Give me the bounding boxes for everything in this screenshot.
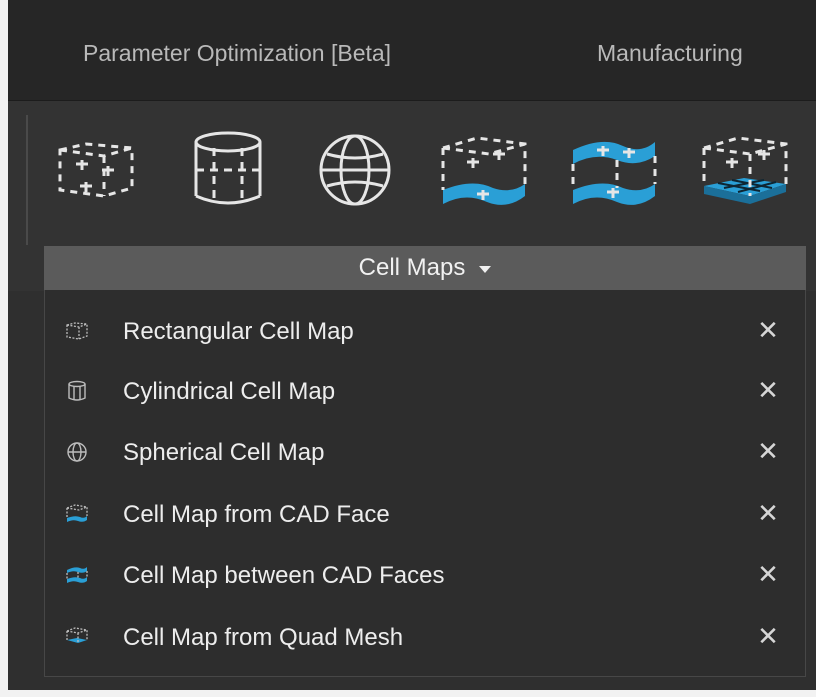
menu-item-label: Spherical Cell Map <box>123 439 325 466</box>
ribbon-separator <box>26 115 28 245</box>
cell-map-from-quad-mesh-icon <box>65 625 89 649</box>
spherical-cell-map-button[interactable] <box>305 124 405 214</box>
menu-item-cylindrical-cell-map[interactable]: Cylindrical Cell Map ✕ <box>45 362 805 422</box>
cylindrical-cell-map-button[interactable] <box>178 124 278 214</box>
close-icon[interactable]: ✕ <box>753 497 783 529</box>
rectangular-cell-map-button[interactable] <box>46 124 146 214</box>
close-icon[interactable]: ✕ <box>753 558 783 590</box>
rectangular-cell-map-icon <box>65 319 89 343</box>
cylindrical-cell-map-icon <box>194 131 262 205</box>
cell-map-between-cad-faces-button[interactable] <box>563 124 663 214</box>
menu-item-label: Rectangular Cell Map <box>123 318 354 345</box>
cell-map-from-cad-face-icon <box>441 136 527 205</box>
menu-item-label: Cylindrical Cell Map <box>123 378 336 405</box>
app-window: Parameter Optimization [Beta] Manufactur… <box>0 0 816 697</box>
left-edge <box>0 0 8 697</box>
spherical-cell-map-icon <box>319 134 391 206</box>
cell-map-from-quad-mesh-button[interactable] <box>694 124 794 214</box>
cylindrical-cell-map-icon <box>65 379 89 403</box>
menu-item-cell-map-from-quad-mesh[interactable]: Cell Map from Quad Mesh ✕ <box>45 608 805 668</box>
cell-maps-dropdown-menu: Rectangular Cell Map ✕ Cylindrical Cell … <box>44 290 806 677</box>
close-icon[interactable]: ✕ <box>753 620 783 652</box>
tab-manufacturing[interactable]: Manufacturing <box>597 40 743 67</box>
cell-map-from-cad-face-button[interactable] <box>433 124 533 214</box>
menu-item-label: Cell Map from CAD Face <box>123 501 390 528</box>
bottom-edge <box>0 690 816 697</box>
spherical-cell-map-icon <box>65 440 89 464</box>
ribbon-tab-bar: Parameter Optimization [Beta] Manufactur… <box>8 0 816 101</box>
group-label: Cell Maps <box>358 254 466 281</box>
menu-item-cell-map-between-cad-faces[interactable]: Cell Map between CAD Faces ✕ <box>45 546 805 606</box>
menu-item-label: Cell Map from Quad Mesh <box>123 624 404 651</box>
caret-down-icon <box>479 265 492 273</box>
menu-item-label: Cell Map between CAD Faces <box>123 562 445 589</box>
close-icon[interactable]: ✕ <box>753 374 783 406</box>
menu-item-rectangular-cell-map[interactable]: Rectangular Cell Map ✕ <box>45 302 805 362</box>
cell-map-from-cad-face-icon <box>65 502 89 526</box>
menu-item-cell-map-from-cad-face[interactable]: Cell Map from CAD Face ✕ <box>45 485 805 545</box>
menu-item-spherical-cell-map[interactable]: Spherical Cell Map ✕ <box>45 423 805 483</box>
close-icon[interactable]: ✕ <box>753 435 783 467</box>
cell-maps-group-button[interactable]: Cell Maps <box>44 246 806 290</box>
rectangular-cell-map-icon <box>58 142 134 198</box>
cell-map-from-quad-mesh-icon <box>702 136 788 204</box>
tab-parameter-optimization[interactable]: Parameter Optimization [Beta] <box>83 40 391 67</box>
cell-map-between-cad-faces-icon <box>65 563 89 587</box>
close-icon[interactable]: ✕ <box>753 314 783 346</box>
cell-map-between-cad-faces-icon <box>571 141 657 205</box>
